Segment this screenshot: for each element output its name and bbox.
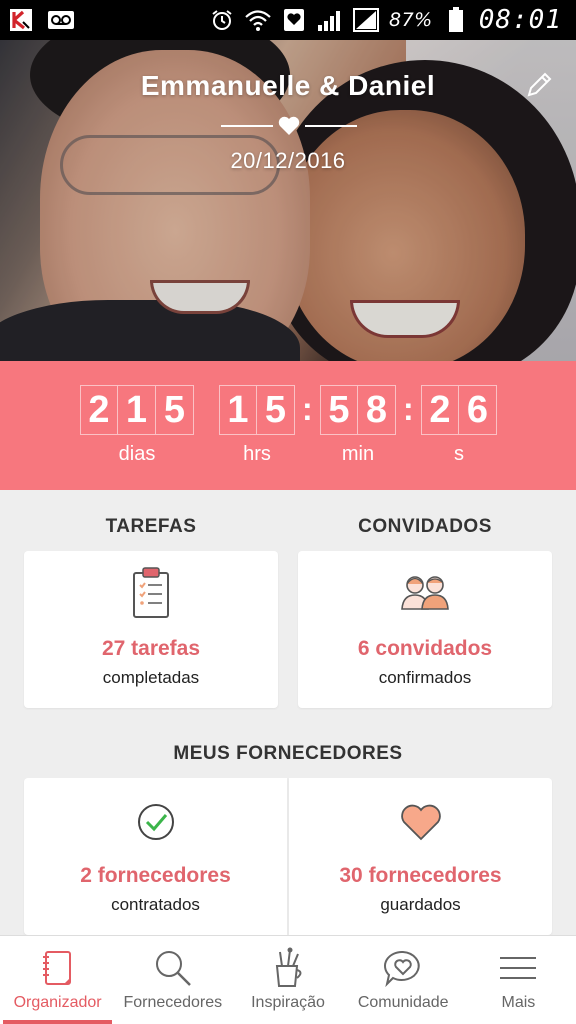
countdown-digit: 8 — [358, 385, 396, 435]
guests-section-title: CONVIDADOS — [358, 516, 492, 537]
tasks-section-title: TAREFAS — [105, 516, 197, 537]
notebook-icon — [42, 951, 71, 985]
time-separator: : — [403, 391, 414, 427]
clock-time: 08:01 — [478, 5, 562, 35]
countdown-digit: 5 — [257, 385, 295, 435]
saved-vendors-subtitle: guardados — [380, 895, 461, 914]
alarm-icon — [209, 7, 235, 33]
days-label: dias — [118, 443, 156, 465]
chat-heart-icon — [384, 950, 420, 988]
nav-label: Fornecedores — [123, 994, 223, 1011]
bottom-navigation: Organizador Fornecedores Inspiração Comu… — [0, 935, 576, 1024]
edit-pencil-icon[interactable] — [524, 70, 554, 100]
hired-vendors-count: 2 fornecedores — [80, 864, 231, 887]
kaspersky-icon — [8, 7, 34, 33]
active-tab-indicator — [3, 1020, 113, 1024]
guests-subtitle: confirmados — [378, 668, 472, 687]
guests-count: 6 convidados — [357, 637, 493, 660]
countdown-digit: 1 — [219, 385, 257, 435]
nav-inspiracao[interactable]: Inspiração — [230, 936, 345, 1024]
heart-icon — [400, 804, 441, 841]
battery-percent: 87% — [388, 9, 433, 31]
hired-vendors-subtitle: contratados — [111, 895, 200, 914]
hired-vendors-card[interactable]: 2 fornecedores contratados — [24, 778, 287, 935]
nav-organizador[interactable]: Organizador — [0, 936, 115, 1024]
no-signal-icon — [352, 7, 379, 33]
vendors-section-title: MEUS FORNECEDORES — [173, 743, 403, 764]
seconds-label: s — [454, 443, 464, 465]
countdown-digit: 6 — [459, 385, 497, 435]
wedding-date: 20/12/2016 — [230, 148, 346, 173]
heart-icon — [278, 116, 300, 135]
battery-icon — [443, 7, 469, 33]
status-bar: 87% 08:01 — [0, 0, 576, 40]
countdown-digit: 5 — [320, 385, 358, 435]
nav-mais[interactable]: Mais — [461, 936, 576, 1024]
couple-names: Emmanuelle & Daniel — [140, 70, 436, 101]
countdown-digit: 5 — [156, 385, 194, 435]
voicemail-icon — [48, 7, 74, 33]
nav-label: Inspiração — [251, 994, 325, 1011]
tasks-card[interactable]: 27 tarefas completadas — [24, 551, 278, 708]
heart-badge-icon — [281, 7, 307, 33]
clipboard-checklist-icon — [133, 567, 169, 618]
countdown-digit: 2 — [421, 385, 459, 435]
saved-vendors-count: 30 fornecedores — [339, 864, 502, 887]
tasks-subtitle: completadas — [102, 668, 200, 687]
nav-fornecedores[interactable]: Fornecedores — [115, 936, 230, 1024]
heart-divider — [221, 116, 357, 136]
minutes-digits: 5 8 — [320, 385, 396, 435]
hours-label: hrs — [243, 443, 271, 465]
brushes-cup-icon — [275, 947, 302, 987]
signal-icon — [317, 7, 343, 33]
minutes-label: min — [341, 443, 375, 465]
saved-vendors-card[interactable]: 30 fornecedores guardados — [289, 778, 552, 935]
countdown-digit: 1 — [118, 385, 156, 435]
nav-label: Mais — [501, 994, 536, 1011]
wifi-icon — [245, 7, 271, 33]
tasks-count: 27 tarefas — [101, 637, 201, 660]
guests-card[interactable]: 6 convidados confirmados — [298, 551, 552, 708]
guests-couple-icon — [401, 576, 449, 610]
countdown-banner: 2 1 5 dias 1 5 hrs : 5 8 min : 2 6 s — [0, 361, 576, 490]
couple-photo-header[interactable]: Emmanuelle & Daniel 20/12/2016 — [0, 40, 576, 361]
nav-label: Comunidade — [357, 994, 449, 1011]
hours-digits: 1 5 — [219, 385, 295, 435]
nav-label: Organizador — [13, 994, 102, 1011]
check-circle-icon — [137, 804, 174, 840]
days-digits: 2 1 5 — [80, 385, 194, 435]
menu-icon — [500, 957, 537, 979]
nav-comunidade[interactable]: Comunidade — [346, 936, 461, 1024]
seconds-digits: 2 6 — [421, 385, 497, 435]
countdown-digit: 2 — [80, 385, 118, 435]
search-icon — [155, 951, 191, 986]
time-separator: : — [302, 391, 313, 427]
